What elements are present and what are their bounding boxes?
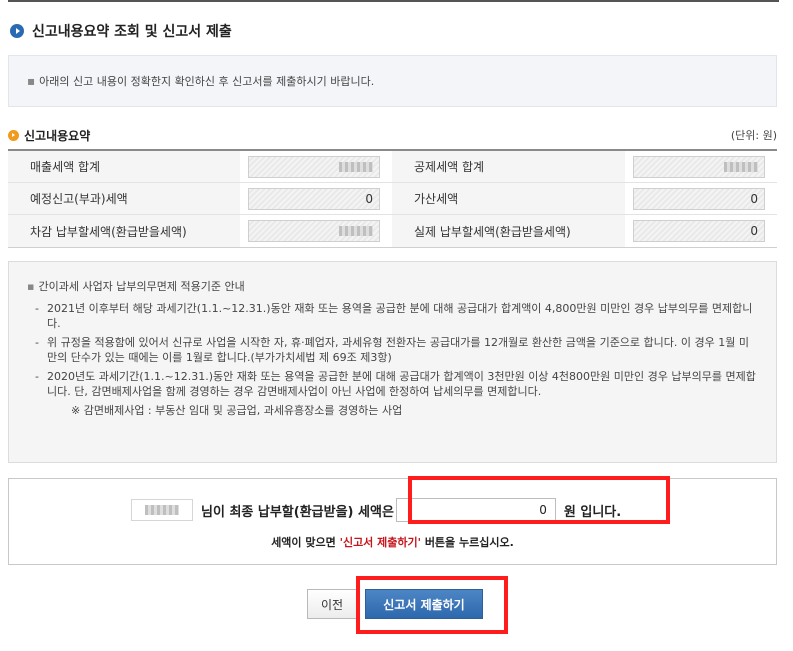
guide-note: ※ 감면배제사업 : 부동산 임대 및 공급업, 과세유흥장소를 경영하는 사업 <box>71 404 403 417</box>
confirm-instruction: 세액이 맞으면 '신고서 제출하기' 버튼을 누르십시오. <box>271 536 514 549</box>
sales-tax-total-label: 매출세액 합계 <box>8 151 240 182</box>
masked-name <box>145 505 179 515</box>
masked-value <box>339 226 373 236</box>
sales-tax-total-value <box>248 155 380 178</box>
taxpayer-name-field <box>131 499 193 521</box>
page-header: 신고내용요약 조회 및 신고서 제출 <box>10 20 232 42</box>
preliminary-tax-value: 0 <box>248 187 380 210</box>
guide-title: ▪ 간이과세 사업자 납부의무면제 적용기준 안내 <box>27 280 245 293</box>
notice-text: 아래의 신고 내용이 정확한지 확인하신 후 신고서를 제출하시기 바랍니다. <box>39 75 375 88</box>
summary-row: 매출세액 합계 공제세액 합계 <box>8 151 777 183</box>
masked-value <box>724 161 758 172</box>
page-title: 신고내용요약 조회 및 신고서 제출 <box>32 24 232 40</box>
net-payable-tax-label: 차감 납부할세액(환급받을세액) <box>8 215 240 247</box>
final-amount-field: 0 <box>395 498 556 522</box>
arrow-circle-icon <box>10 24 24 38</box>
summary-table: 매출세액 합계 공제세액 합계 예정신고(부과)세액 0 가산세액 0 차감 납… <box>8 149 777 248</box>
guide-item: -2020년도 과세기간(1.1.~12.31.)동안 재화 또는 용역을 공급… <box>35 370 756 398</box>
bullet-icon: ▪ <box>27 74 36 88</box>
unit-label: (단위: 원) <box>730 129 777 142</box>
final-amount-line: 님이 최종 납부할(환급받을) 세액은 0 원 입니다. <box>131 498 621 522</box>
guide-item: -위 규정을 적용함에 있어서 신규로 사업을 시작한 자, 휴·폐업자, 과세… <box>35 336 749 364</box>
final-text-after: 원 입니다. <box>563 504 622 520</box>
deduction-tax-total-value <box>633 155 765 178</box>
summary-section-header: 신고내용요약 (단위: 원) <box>8 125 777 145</box>
prev-button[interactable]: 이전 <box>307 589 357 619</box>
masked-value <box>339 161 373 172</box>
actual-payable-tax-value: 0 <box>633 220 765 242</box>
submit-report-button[interactable]: 신고서 제출하기 <box>365 589 483 619</box>
exemption-guide-box: ▪ 간이과세 사업자 납부의무면제 적용기준 안내 -2021년 이후부터 해당 … <box>8 261 777 463</box>
notice-box: ▪ 아래의 신고 내용이 정확한지 확인하신 후 신고서를 제출하시기 바랍니다… <box>8 55 777 107</box>
net-payable-tax-value <box>248 220 380 242</box>
deduction-tax-total-label: 공제세액 합계 <box>392 151 625 182</box>
submit-hint-highlight: '신고서 제출하기' <box>339 536 421 549</box>
orange-arrow-icon <box>8 129 19 141</box>
actual-payable-tax-label: 실제 납부할세액(환급받을세액) <box>392 215 625 247</box>
guide-item: -2021년 이후부터 해당 과세기간(1.1.~12.31.)동안 재화 또는… <box>35 302 753 330</box>
top-divider <box>8 0 779 2</box>
additional-tax-label: 가산세액 <box>392 183 625 214</box>
summary-title: 신고내용요약 <box>24 128 91 143</box>
preliminary-tax-label: 예정신고(부과)세액 <box>8 183 240 214</box>
final-amount-box: 님이 최종 납부할(환급받을) 세액은 0 원 입니다. 세액이 맞으면 '신고… <box>8 478 777 565</box>
summary-row: 예정신고(부과)세액 0 가산세액 0 <box>8 183 777 215</box>
summary-row: 차감 납부할세액(환급받을세액) 실제 납부할세액(환급받을세액) 0 <box>8 215 777 247</box>
additional-tax-value: 0 <box>633 187 765 210</box>
final-text-before: 님이 최종 납부할(환급받을) 세액은 <box>201 504 394 520</box>
